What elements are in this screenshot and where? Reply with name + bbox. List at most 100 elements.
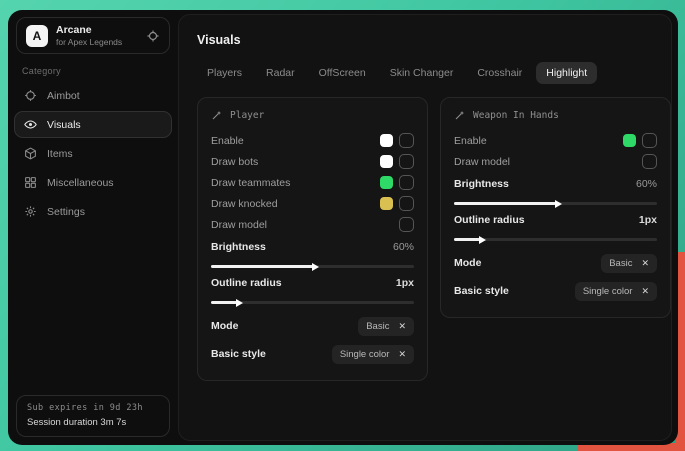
mode-tag[interactable]: Basic ✕ — [358, 317, 414, 336]
slider-label: Outline radius — [211, 277, 282, 289]
slider-thumb[interactable] — [555, 200, 562, 208]
panel-weapon-header: Weapon In Hands — [454, 109, 657, 121]
sidebar-item-settings[interactable]: Settings — [14, 198, 172, 225]
tag-text: Basic — [609, 258, 632, 269]
app-window: A Arcane for Apex Legends Category Aimbo… — [8, 10, 678, 445]
tab-highlight[interactable]: Highlight — [536, 62, 597, 84]
main-pane: Visuals Players Radar OffScreen Skin Cha… — [178, 14, 672, 441]
checkbox[interactable] — [399, 175, 414, 190]
slider-fill — [211, 265, 313, 268]
checkbox[interactable] — [642, 154, 657, 169]
grid-icon — [24, 176, 37, 189]
page-title: Visuals — [197, 33, 671, 47]
close-icon[interactable]: ✕ — [398, 322, 406, 331]
eye-icon — [24, 118, 37, 131]
slider-value: 1px — [396, 277, 414, 289]
panel-weapon-in-hands: Weapon In Hands Enable Draw model — [440, 97, 671, 318]
toggle-row-enable: Enable — [211, 130, 414, 151]
sidebar-item-items[interactable]: Items — [14, 140, 172, 167]
slider-thumb[interactable] — [236, 299, 243, 307]
crosshair-icon — [24, 89, 37, 102]
select-label: Basic style — [211, 348, 266, 360]
tab-offscreen[interactable]: OffScreen — [309, 62, 376, 84]
app-title: Arcane — [56, 24, 122, 37]
panel-player-header: Player — [211, 109, 414, 121]
toggle-row-draw-model: Draw model — [454, 151, 657, 172]
toggle-row-draw-bots: Draw bots — [211, 151, 414, 172]
sidebar-item-label: Aimbot — [47, 90, 80, 102]
wand-icon — [211, 109, 223, 121]
slider-track[interactable] — [454, 238, 657, 241]
tab-bar: Players Radar OffScreen Skin Changer Cro… — [197, 62, 671, 84]
panel-player: Player Enable Draw bots — [197, 97, 428, 381]
select-row-basic-style: Basic style Single color ✕ — [454, 278, 657, 304]
select-row-basic-style: Basic style Single color ✕ — [211, 341, 414, 367]
cube-icon — [24, 147, 37, 160]
tag-text: Single color — [340, 349, 390, 360]
slider-track[interactable] — [211, 265, 414, 268]
subscription-info-box: Sub expires in 9d 23h Session duration 3… — [16, 395, 170, 437]
gear-icon — [24, 205, 37, 218]
basic-style-tag[interactable]: Single color ✕ — [575, 282, 657, 301]
tab-crosshair[interactable]: Crosshair — [467, 62, 532, 84]
checkbox[interactable] — [399, 154, 414, 169]
color-swatch[interactable] — [380, 176, 393, 189]
slider-value: 60% — [636, 178, 657, 190]
slider-outline-radius: Outline radius 1px — [454, 214, 657, 241]
panel-title: Weapon In Hands — [473, 110, 559, 121]
toggle-label: Draw model — [454, 156, 510, 168]
checkbox[interactable] — [399, 196, 414, 211]
toggle-row-draw-teammates: Draw teammates — [211, 172, 414, 193]
basic-style-tag[interactable]: Single color ✕ — [332, 345, 414, 364]
close-icon[interactable]: ✕ — [641, 287, 649, 296]
panels-row: Player Enable Draw bots — [197, 97, 671, 381]
slider-thumb[interactable] — [479, 236, 486, 244]
session-duration-text: Session duration 3m 7s — [27, 417, 159, 428]
target-icon[interactable] — [146, 29, 160, 43]
app-titles: Arcane for Apex Legends — [56, 24, 122, 48]
slider-outline-radius: Outline radius 1px — [211, 277, 414, 304]
sidebar-item-miscellaneous[interactable]: Miscellaneous — [14, 169, 172, 196]
toggle-label: Draw teammates — [211, 177, 290, 189]
checkbox[interactable] — [399, 133, 414, 148]
checkbox[interactable] — [399, 217, 414, 232]
slider-brightness: Brightness 60% — [454, 178, 657, 205]
tab-players[interactable]: Players — [197, 62, 252, 84]
slider-track[interactable] — [454, 202, 657, 205]
color-swatch[interactable] — [380, 155, 393, 168]
toggle-label: Draw bots — [211, 156, 258, 168]
slider-fill — [454, 202, 556, 205]
color-swatch[interactable] — [380, 197, 393, 210]
checkbox[interactable] — [642, 133, 657, 148]
toggle-label: Draw model — [211, 219, 267, 231]
sidebar-item-label: Settings — [47, 206, 85, 218]
tag-text: Basic — [366, 321, 389, 332]
sidebar-item-visuals[interactable]: Visuals — [14, 111, 172, 138]
slider-brightness: Brightness 60% — [211, 241, 414, 268]
app-subtitle: for Apex Legends — [56, 37, 122, 48]
sidebar-item-label: Visuals — [47, 119, 81, 131]
select-row-mode: Mode Basic ✕ — [211, 313, 414, 339]
slider-value: 1px — [639, 214, 657, 226]
sidebar-item-label: Items — [47, 148, 73, 160]
color-swatch[interactable] — [380, 134, 393, 147]
tab-skin-changer[interactable]: Skin Changer — [380, 62, 464, 84]
sidebar-item-aimbot[interactable]: Aimbot — [14, 82, 172, 109]
toggle-row-draw-model: Draw model — [211, 214, 414, 235]
select-label: Basic style — [454, 285, 509, 297]
slider-track[interactable] — [211, 301, 414, 304]
slider-thumb[interactable] — [312, 263, 319, 271]
close-icon[interactable]: ✕ — [398, 350, 406, 359]
toggle-row-draw-knocked: Draw knocked — [211, 193, 414, 214]
mode-tag[interactable]: Basic ✕ — [601, 254, 657, 273]
slider-label: Outline radius — [454, 214, 525, 226]
slider-label: Brightness — [454, 178, 509, 190]
tab-radar[interactable]: Radar — [256, 62, 305, 84]
wand-icon — [454, 109, 466, 121]
toggle-label: Enable — [211, 135, 244, 147]
color-swatch[interactable] — [623, 134, 636, 147]
slider-value: 60% — [393, 241, 414, 253]
close-icon[interactable]: ✕ — [641, 259, 649, 268]
select-label: Mode — [454, 257, 481, 269]
toggle-label: Draw knocked — [211, 198, 278, 210]
